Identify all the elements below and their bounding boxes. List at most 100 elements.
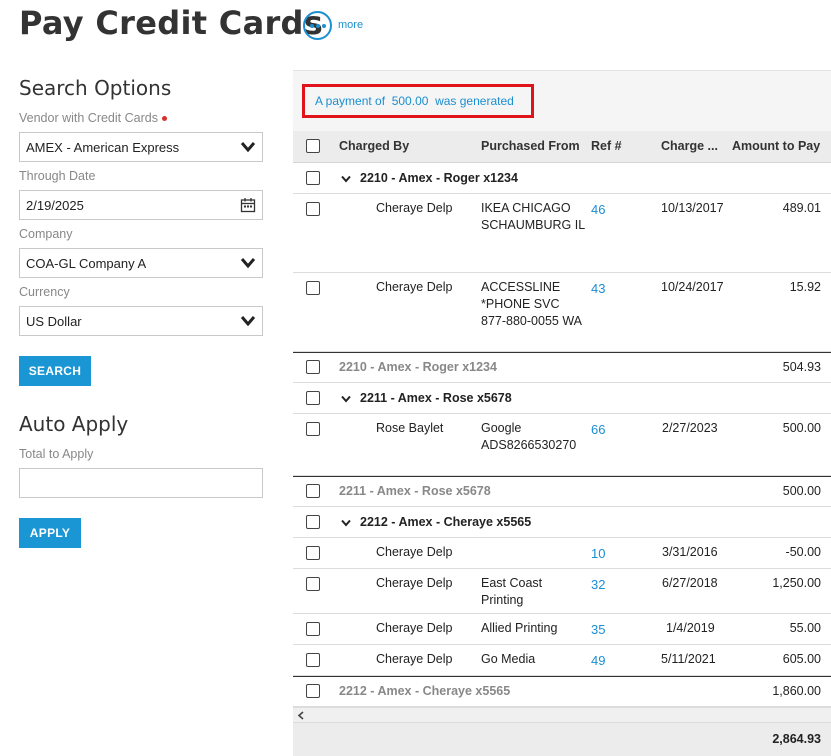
currency-select[interactable]: US Dollar	[19, 306, 263, 336]
row-checkbox[interactable]	[306, 360, 320, 374]
amount-cell: 15.92	[789, 280, 821, 294]
charged-by-cell: Cheraye Delp	[376, 621, 453, 635]
group-row[interactable]: 2211 - Amex - Rose x5678	[293, 383, 831, 414]
calendar-icon[interactable]	[240, 197, 256, 213]
purchased-from-cell: Go Media	[481, 652, 536, 666]
row-checkbox[interactable]	[306, 622, 320, 636]
row-checkbox[interactable]	[306, 515, 320, 529]
required-icon	[161, 116, 167, 122]
row-checkbox[interactable]	[306, 422, 320, 436]
ref-link[interactable]: 35	[591, 621, 605, 638]
through-date-label: Through Date	[19, 169, 96, 183]
charge-date-cell: 2/27/2023	[662, 421, 718, 435]
chevron-down-icon	[240, 142, 256, 153]
purchased-from-cell: ACCESSLINE	[481, 280, 561, 294]
subtotal-amount: 500.00	[782, 484, 821, 498]
company-label: Company	[19, 227, 73, 241]
row-checkbox[interactable]	[306, 171, 320, 185]
amount-cell: 605.00	[782, 652, 821, 666]
subtotal-row[interactable]: 2212 - Amex - Cheraye x5565 1,860.00	[293, 676, 831, 707]
currency-label: Currency	[19, 285, 70, 299]
subtotal-amount: 1,860.00	[772, 684, 821, 698]
chevron-left-icon[interactable]	[297, 711, 305, 720]
more-link[interactable]: more	[338, 19, 363, 31]
payment-notice: A payment of 500.00 was generated	[302, 84, 534, 118]
vendor-select[interactable]: AMEX - American Express	[19, 132, 263, 162]
charge-date-cell: 6/27/2018	[662, 576, 718, 590]
select-all-checkbox[interactable]	[306, 139, 320, 153]
amount-cell: 55.00	[789, 621, 821, 635]
more-button[interactable]	[303, 11, 332, 40]
table-row[interactable]: Cheraye Delp ACCESSLINE *PHONE SVC 877-8…	[293, 273, 831, 352]
ref-link[interactable]: 49	[591, 652, 605, 669]
purchased-from-cell-line3: 877-880-0055 WA	[481, 314, 582, 328]
table-row[interactable]: Cheraye Delp IKEA CHICAGO SCHAUMBURG IL …	[293, 194, 831, 273]
subtotal-row[interactable]: 2211 - Amex - Rose x5678 500.00	[293, 476, 831, 507]
ref-link[interactable]: 46	[591, 201, 605, 218]
row-checkbox[interactable]	[306, 484, 320, 498]
purchased-from-cell-line2: SCHAUMBURG IL	[481, 218, 586, 232]
table-row[interactable]: Rose Baylet Google ADS8266530270 66 2/27…	[293, 414, 831, 476]
charge-date-cell: 3/31/2016	[662, 545, 718, 559]
table-row[interactable]: Cheraye Delp Allied Printing 35 1/4/2019…	[293, 614, 831, 645]
search-options-title: Search Options	[19, 76, 172, 100]
grand-total: 2,864.93	[772, 732, 821, 746]
ellipsis-icon-dot	[321, 23, 326, 28]
column-charge-date[interactable]: Charge ...	[661, 139, 718, 153]
through-date-input[interactable]: 2/19/2025	[19, 190, 263, 220]
row-checkbox[interactable]	[306, 281, 320, 295]
charged-by-cell: Cheraye Delp	[376, 652, 453, 666]
group-row[interactable]: 2210 - Amex - Roger x1234	[293, 163, 831, 194]
group-title: 2212 - Amex - Cheraye x5565	[360, 515, 532, 529]
purchased-from-cell-line2: ADS8266530270	[481, 438, 577, 452]
row-checkbox[interactable]	[306, 653, 320, 667]
grid-footer: 2,864.93	[293, 723, 831, 756]
group-row[interactable]: 2212 - Amex - Cheraye x5565	[293, 507, 831, 538]
ref-link[interactable]: 32	[591, 576, 605, 593]
horizontal-scrollbar[interactable]	[293, 707, 831, 723]
subtotal-amount: 504.93	[782, 360, 821, 374]
currency-select-value: US Dollar	[26, 313, 82, 329]
apply-button[interactable]: APPLY	[19, 518, 81, 548]
search-button[interactable]: SEARCH	[19, 356, 91, 386]
table-row[interactable]: Cheraye Delp Go Media 49 5/11/2021 605.0…	[293, 645, 831, 676]
through-date-value: 2/19/2025	[26, 197, 84, 213]
column-amount-to-pay[interactable]: Amount to Pay	[732, 139, 820, 153]
ref-link[interactable]: 10	[591, 545, 605, 562]
page-title: Pay Credit Cards	[19, 4, 324, 42]
subtotal-row[interactable]: 2210 - Amex - Roger x1234 504.93	[293, 352, 831, 383]
chevron-down-icon	[240, 316, 256, 327]
amount-cell: -50.00	[785, 545, 821, 559]
charged-by-cell: Cheraye Delp	[376, 545, 453, 559]
chevron-down-icon[interactable]	[341, 175, 351, 183]
chevron-down-icon[interactable]	[341, 395, 351, 403]
column-charged-by[interactable]: Charged By	[339, 139, 409, 153]
charged-by-cell: Cheraye Delp	[376, 280, 453, 294]
row-checkbox[interactable]	[306, 684, 320, 698]
table-row[interactable]: Cheraye Delp East Coast Printing 32 6/27…	[293, 569, 831, 614]
charge-date-cell: 10/24/2017	[661, 280, 724, 294]
ref-link[interactable]: 66	[591, 421, 605, 438]
column-purchased-from[interactable]: Purchased From	[481, 139, 580, 153]
total-to-apply-label: Total to Apply	[19, 447, 94, 461]
group-title: 2210 - Amex - Roger x1234	[360, 171, 518, 185]
vendor-label: Vendor with Credit Cards	[19, 111, 167, 125]
amount-cell: 489.01	[782, 201, 821, 215]
table-row[interactable]: Cheraye Delp 10 3/31/2016 -50.00	[293, 538, 831, 569]
row-checkbox[interactable]	[306, 577, 320, 591]
company-select[interactable]: COA-GL Company A	[19, 248, 263, 278]
total-to-apply-input[interactable]	[19, 468, 263, 498]
purchased-from-cell: Allied Printing	[481, 621, 558, 635]
chevron-down-icon	[240, 258, 256, 269]
subtotal-label: 2212 - Amex - Cheraye x5565	[339, 684, 511, 698]
charge-date-cell: 5/11/2021	[661, 652, 716, 666]
amount-cell: 500.00	[782, 421, 821, 435]
ref-link[interactable]: 43	[591, 280, 605, 297]
row-checkbox[interactable]	[306, 391, 320, 405]
row-checkbox[interactable]	[306, 202, 320, 216]
charge-date-cell: 1/4/2019	[666, 621, 715, 635]
row-checkbox[interactable]	[306, 546, 320, 560]
column-ref[interactable]: Ref #	[591, 139, 622, 153]
ellipsis-icon-dot	[315, 23, 320, 28]
chevron-down-icon[interactable]	[341, 519, 351, 527]
